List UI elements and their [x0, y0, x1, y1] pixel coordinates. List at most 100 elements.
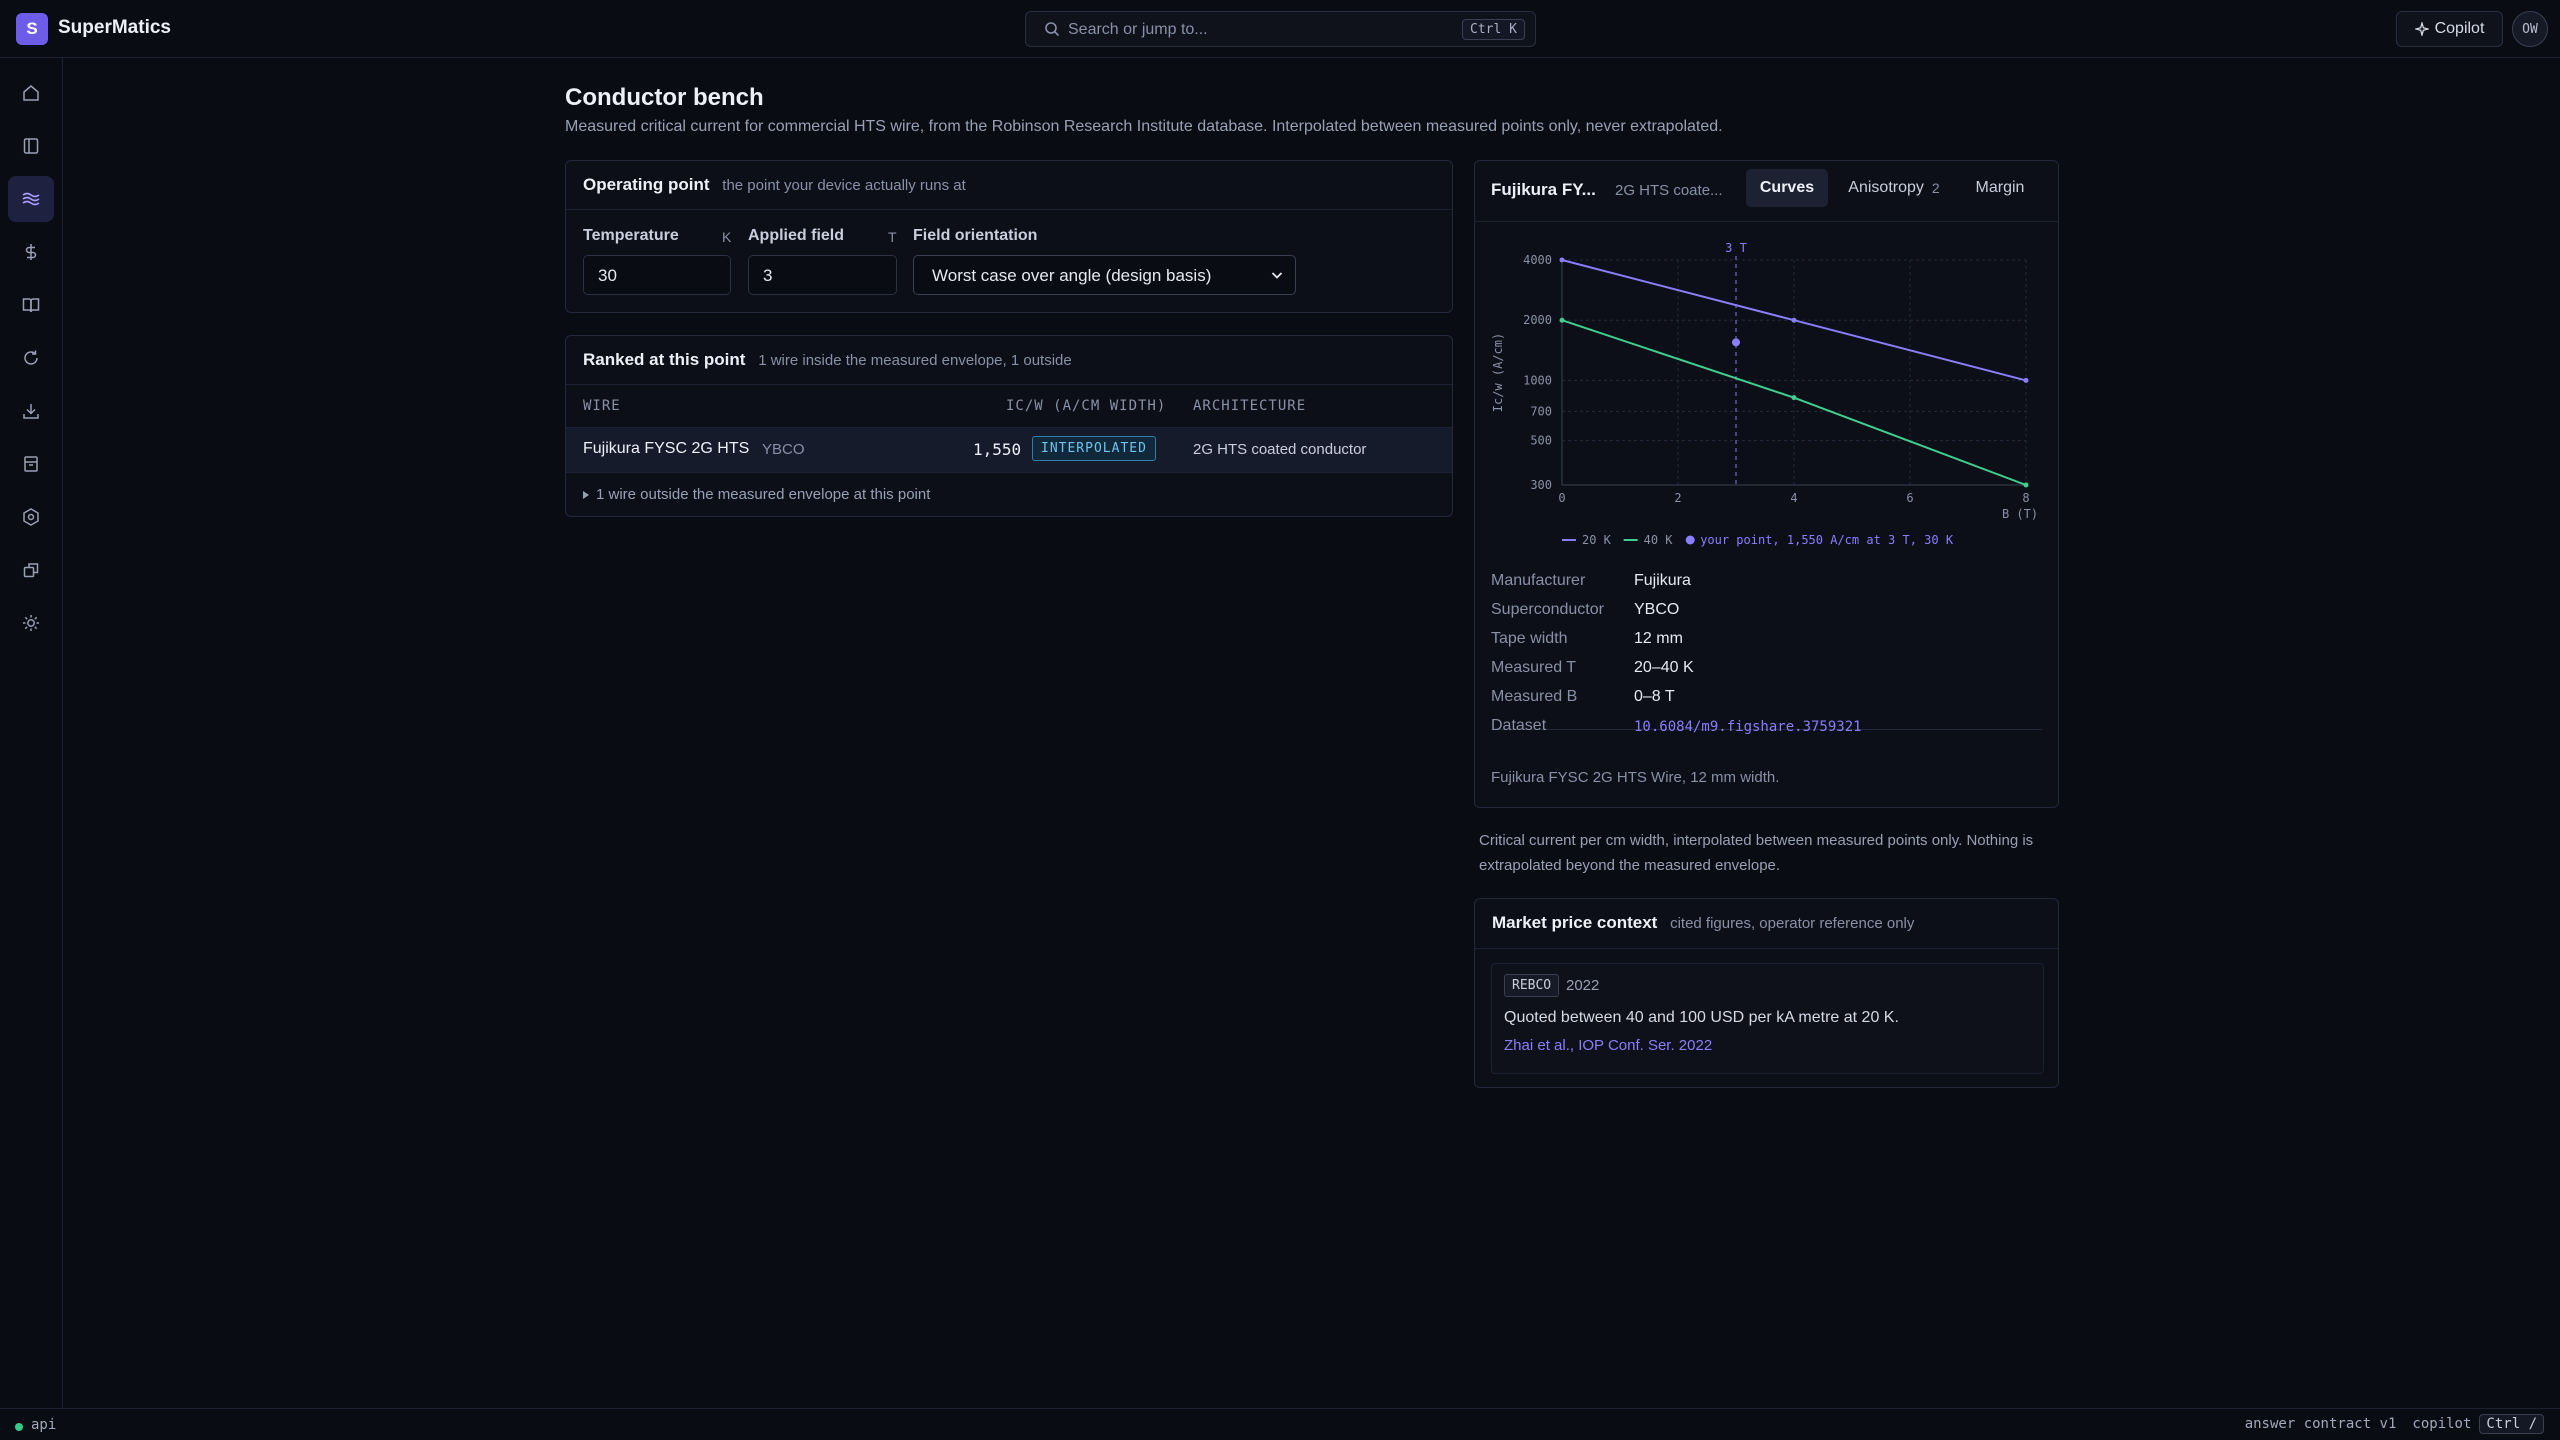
market-title: Market price context	[1492, 913, 1658, 932]
market-tag: REBCO	[1504, 974, 1560, 997]
prop-value-tape-width: 12 mm	[1634, 630, 1683, 647]
outside-envelope-label: 1 wire outside the measured envelope at …	[596, 486, 931, 503]
table-row[interactable]: Fujikura FYSC 2G HTS YBCO 1,550 INTERPOL…	[566, 428, 1452, 472]
ic-curve-chart: 0 2 4 6 8 4000 2000 1000 700 500 300 Ic/w (A/cm) B (…	[1491, 241, 2038, 547]
copilot-button[interactable]: Copilot	[2396, 11, 2503, 47]
legend-label: 40 K	[1644, 533, 1674, 547]
app-logo[interactable]: S	[16, 13, 48, 45]
wire-material: YBCO	[762, 441, 805, 458]
detail-title: Fujikura FY...	[1491, 180, 1596, 199]
prop-value-manufacturer: Fujikura	[1634, 572, 1691, 589]
status-copilot-shortcut: Ctrl /	[2479, 1414, 2544, 1434]
temperature-label: Temperature	[583, 227, 679, 244]
applied-field-label: Applied field	[748, 227, 844, 244]
tab-margin[interactable]: Margin	[1962, 169, 2038, 207]
applied-field-field[interactable]: 3	[748, 255, 897, 295]
sidebar-item-export[interactable]	[8, 547, 54, 593]
book-icon	[22, 298, 40, 313]
legend-point-label: your point, 1,550 A/cm at 3 T, 30 K	[1700, 533, 1954, 547]
tab-curves[interactable]: Curves	[1746, 169, 1828, 207]
page-subtitle: Measured critical current for commercial…	[565, 118, 1723, 135]
field-orientation-select[interactable]: Worst case over angle (design basis)	[913, 255, 1296, 295]
chevron-down-icon	[1271, 272, 1283, 279]
status-copilot-label: copilot	[2412, 1416, 2472, 1432]
sidebar-item-downloads[interactable]	[8, 388, 54, 434]
series-point	[2023, 377, 2029, 383]
market-year: 2022	[1566, 977, 1600, 994]
detail-footnote: Fujikura FYSC 2G HTS Wire, 12 mm width.	[1491, 769, 1780, 786]
column-header-wire[interactable]: WIRE	[583, 398, 621, 414]
sidebar-panel-icon	[23, 138, 39, 154]
series-point	[1791, 395, 1797, 401]
wire-name: Fujikura FYSC 2G HTS	[583, 440, 750, 457]
tab-anisotropy-label: Anisotropy	[1848, 179, 1924, 196]
prop-key-manufacturer: Manufacturer	[1491, 572, 1586, 589]
series-point	[1791, 317, 1797, 323]
outside-envelope-toggle[interactable]: 1 wire outside the measured envelope at …	[582, 486, 930, 503]
sidebar-item-settings[interactable]	[8, 494, 54, 540]
archive-icon	[24, 456, 38, 472]
status-api: api	[31, 1417, 57, 1433]
tab-anisotropy-count: 2	[1931, 180, 1940, 196]
export-icon	[23, 563, 39, 578]
dataset-link[interactable]: 10.6084/m9.figshare.3759321	[1634, 719, 1862, 735]
status-contract: answer contract v1	[2244, 1416, 2397, 1432]
ranked-title: Ranked at this point	[583, 350, 746, 369]
chart-caption: Critical current per cm width, interpola…	[1479, 832, 2034, 874]
wire-icw: 1,550	[973, 440, 1022, 459]
sidebar-item-history[interactable]	[8, 335, 54, 381]
ranked-note: 1 wire inside the measured envelope, 1 o…	[758, 352, 1072, 369]
field-orientation-value: Worst case over angle (design basis)	[932, 266, 1212, 285]
x-tick-label: 6	[1906, 491, 1913, 505]
search-placeholder: Search or jump to...	[1068, 21, 1208, 38]
operating-point-note: the point your device actually runs at	[722, 177, 966, 194]
sidebar-item-archive[interactable]	[8, 441, 54, 487]
market-entry: REBCO 2022 Quoted between 40 and 100 USD…	[1491, 963, 2044, 1074]
column-header-architecture[interactable]: ARCHITECTURE	[1193, 398, 1306, 414]
status-dot-icon	[15, 1423, 23, 1431]
search-input[interactable]: Search or jump to... Ctrl K	[1025, 11, 1536, 47]
market-text: Quoted between 40 and 100 USD per kA met…	[1504, 1009, 1899, 1026]
sidebar-item-home[interactable]	[8, 70, 54, 116]
app-name[interactable]: SuperMatics	[58, 17, 171, 39]
prop-value-superconductor: YBCO	[1634, 601, 1680, 618]
status-bar: api answer contract v1 copilot Ctrl /	[0, 1408, 2560, 1440]
column-header-icw[interactable]: IC/W (A/CM WIDTH)	[1006, 398, 1166, 414]
top-bar: S SuperMatics Search or jump to... Ctrl …	[0, 0, 2560, 58]
search-icon	[1045, 22, 1060, 37]
tab-anisotropy[interactable]: Anisotropy 2	[1838, 169, 1950, 207]
waves-icon	[22, 192, 40, 206]
temperature-field[interactable]: 30	[583, 255, 731, 295]
sidebar-item-library[interactable]	[8, 282, 54, 328]
y-tick-label: 4000	[1523, 253, 1552, 267]
refresh-icon	[24, 350, 38, 365]
ranked-header: Ranked at this point 1 wire inside the m…	[566, 336, 1452, 385]
prop-key-superconductor: Superconductor	[1491, 601, 1604, 618]
sidebar	[0, 58, 63, 1408]
tab-margin-label: Margin	[1975, 179, 2025, 196]
operating-point-panel: Operating point the point your device ac…	[565, 160, 1453, 313]
market-citation-link[interactable]: Zhai et al., IOP Conf. Ser. 2022	[1504, 1037, 1712, 1054]
y-tick-label: 1000	[1523, 373, 1552, 387]
series-point	[1559, 317, 1565, 323]
sidebar-item-pricing[interactable]	[8, 229, 54, 275]
detail-subtitle: 2G HTS coate...	[1615, 182, 1723, 199]
operating-field-marker-label: 3 T	[1725, 241, 1747, 255]
prop-value-measured-b: 0–8 T	[1634, 688, 1675, 705]
wire-architecture: 2G HTS coated conductor	[1193, 441, 1367, 458]
market-panel: Market price context cited figures, oper…	[1474, 898, 2059, 1088]
your-point-marker	[1732, 338, 1740, 347]
sidebar-item-conductor-bench[interactable]	[8, 176, 54, 222]
caret-right-icon	[583, 490, 589, 499]
copilot-label: Copilot	[2434, 20, 2485, 37]
sidebar-item-panel[interactable]	[8, 123, 54, 169]
sidebar-item-theme[interactable]	[8, 600, 54, 646]
legend-label: 20 K	[1582, 533, 1612, 547]
operating-point-header: Operating point the point your device ac…	[566, 161, 1452, 210]
search-shortcut: Ctrl K	[1462, 19, 1525, 40]
status-copilot[interactable]: copilot Ctrl /	[2412, 1414, 2544, 1434]
legend-point-swatch	[1685, 535, 1695, 545]
x-tick-label: 2	[1674, 491, 1681, 505]
x-tick-label: 0	[1558, 491, 1565, 505]
avatar[interactable]: OW	[2512, 11, 2548, 47]
